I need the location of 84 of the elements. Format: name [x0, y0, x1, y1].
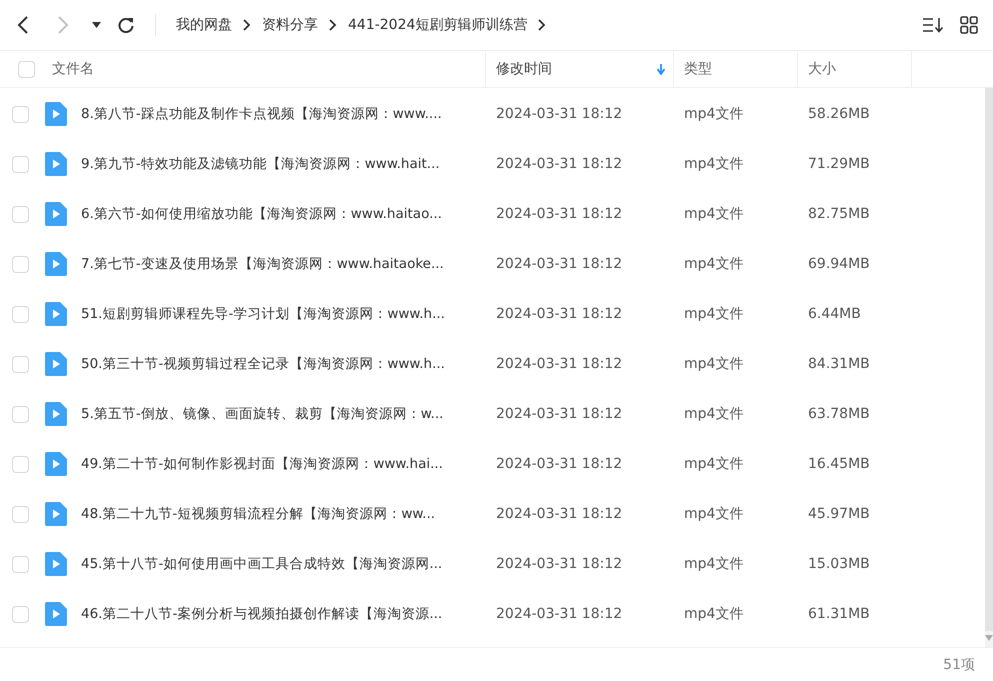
column-header[interactable]: 修改时间 [496, 60, 552, 78]
grid-view-icon[interactable] [960, 16, 978, 34]
file-type: mp4文件 [684, 505, 744, 523]
file-size: 82.75MB [808, 206, 870, 222]
file-size: 16.45MB [808, 456, 870, 472]
modified-time: 2024-03-31 18:12 [496, 406, 622, 422]
file-type: mp4文件 [684, 105, 744, 123]
modified-time: 2024-03-31 18:12 [496, 156, 622, 172]
checkbox[interactable] [12, 256, 29, 272]
file-name[interactable]: 45.第十八节-如何使用画中画工具合成特效【海淘资源网... [81, 555, 442, 573]
checkbox[interactable] [12, 206, 29, 222]
file-size: 69.94MB [808, 256, 870, 272]
modified-time: 2024-03-31 18:12 [496, 106, 622, 122]
sort-arrow-icon[interactable] [657, 64, 665, 74]
column-header[interactable]: 文件名 [52, 60, 94, 78]
file-type: mp4文件 [684, 405, 744, 423]
video-file-icon [45, 452, 67, 476]
column-header[interactable]: 大小 [808, 60, 836, 78]
file-size: 15.03MB [808, 556, 870, 572]
video-file-icon [45, 402, 67, 426]
modified-time: 2024-03-31 18:12 [496, 256, 622, 272]
checkbox[interactable] [12, 106, 29, 122]
video-file-icon [45, 352, 67, 376]
file-type: mp4文件 [684, 555, 744, 573]
video-file-icon [45, 302, 67, 326]
file-size: 61.31MB [808, 606, 870, 622]
video-file-icon [45, 202, 67, 226]
refresh-icon[interactable] [117, 16, 135, 34]
scrollbar[interactable] [985, 88, 993, 647]
video-file-icon [45, 252, 67, 276]
chevron-icon[interactable] [243, 19, 251, 31]
breadcrumb-link[interactable]: 资料分享 [262, 16, 318, 34]
video-file-icon [45, 602, 67, 626]
checkbox[interactable] [12, 506, 29, 522]
checkbox[interactable] [12, 556, 29, 572]
sort-icon[interactable] [923, 17, 943, 33]
file-type: mp4文件 [684, 305, 744, 323]
video-file-icon [45, 502, 67, 526]
chevron-icon[interactable] [329, 19, 337, 31]
modified-time: 2024-03-31 18:12 [496, 506, 622, 522]
file-name[interactable]: 6.第六节-如何使用缩放功能【海淘资源网：www.haitao... [81, 205, 442, 223]
file-name[interactable]: 5.第五节-倒放、镜像、画面旋转、裁剪【海淘资源网：w... [81, 405, 444, 423]
file-name[interactable]: 7.第七节-变速及使用场景【海淘资源网：www.haitaoke... [81, 255, 444, 273]
checkbox[interactable] [12, 156, 29, 172]
checkbox[interactable] [12, 406, 29, 422]
file-name[interactable]: 48.第二十九节-短视频剪辑流程分解【海淘资源网：ww... [81, 505, 436, 523]
breadcrumb-link[interactable]: 441-2024短剧剪辑师训练营 [348, 16, 528, 34]
modified-time: 2024-03-31 18:12 [496, 206, 622, 222]
video-file-icon [45, 102, 67, 126]
file-name[interactable]: 51.短剧剪辑师课程先导-学习计划【海淘资源网：www.h... [81, 305, 445, 323]
modified-time: 2024-03-31 18:12 [496, 456, 622, 472]
file-name[interactable]: 8.第八节-踩点功能及制作卡点视频【海淘资源网：www.... [81, 105, 442, 123]
file-name[interactable]: 9.第九节-特效功能及滤镜功能【海淘资源网：www.hait... [81, 155, 440, 173]
file-type: mp4文件 [684, 155, 744, 173]
file-size: 45.97MB [808, 506, 870, 522]
file-type: mp4文件 [684, 355, 744, 373]
modified-time: 2024-03-31 18:12 [496, 306, 622, 322]
checkbox[interactable] [12, 356, 29, 372]
chevron-icon[interactable] [538, 19, 546, 31]
file-size: 63.78MB [808, 406, 870, 422]
file-type: mp4文件 [684, 205, 744, 223]
video-file-icon [45, 552, 67, 576]
file-name[interactable]: 49.第二十节-如何制作影视封面【海淘资源网：www.hai... [81, 455, 443, 473]
file-type: mp4文件 [684, 605, 744, 623]
file-type: mp4文件 [684, 255, 744, 273]
modified-time: 2024-03-31 18:12 [496, 606, 622, 622]
file-name[interactable]: 50.第三十节-视频剪辑过程全记录【海淘资源网：www.h... [81, 355, 445, 373]
file-name[interactable]: 46.第二十八节-案例分析与视频拍摄创作解读【海淘资源... [81, 605, 442, 623]
file-type: mp4文件 [684, 455, 744, 473]
caret-icon[interactable] [92, 22, 101, 28]
file-size: 71.29MB [808, 156, 870, 172]
file-size: 84.31MB [808, 356, 870, 372]
checkbox[interactable] [12, 306, 29, 322]
modified-time: 2024-03-31 18:12 [496, 556, 622, 572]
video-file-icon [45, 152, 67, 176]
checkbox[interactable] [12, 456, 29, 472]
column-header[interactable]: 类型 [684, 60, 712, 78]
checkbox[interactable] [12, 606, 29, 622]
file-size: 6.44MB [808, 306, 861, 322]
breadcrumb-link[interactable]: 我的网盘 [176, 16, 232, 34]
checkbox[interactable] [18, 60, 35, 78]
item-count: 51项 [943, 656, 975, 674]
modified-time: 2024-03-31 18:12 [496, 356, 622, 372]
file-size: 58.26MB [808, 106, 870, 122]
